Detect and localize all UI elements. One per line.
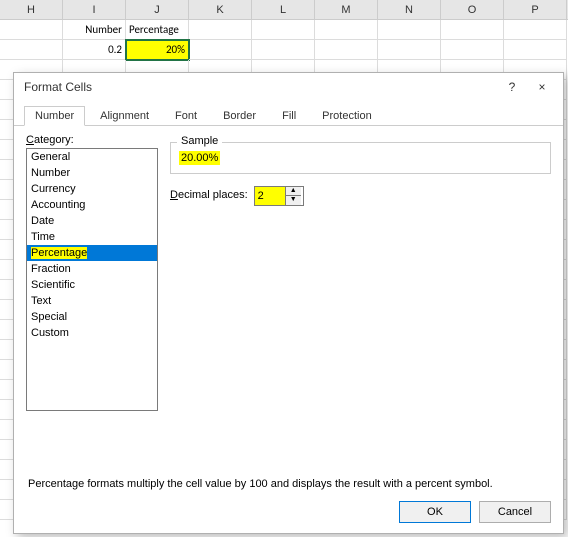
number-panel: Category: General Number Currency Accoun… — [14, 126, 563, 476]
category-item-time[interactable]: Time — [27, 229, 157, 245]
category-item-date[interactable]: Date — [27, 213, 157, 229]
tab-protection[interactable]: Protection — [311, 106, 383, 126]
category-item-custom[interactable]: Custom — [27, 325, 157, 341]
decimal-places-spinner[interactable]: ▲ ▼ — [254, 186, 304, 206]
cell[interactable]: 0.2 — [63, 40, 126, 60]
cell[interactable] — [0, 40, 63, 60]
col-header-p[interactable]: P — [504, 0, 567, 19]
cell[interactable]: Number — [63, 20, 126, 40]
category-item-special[interactable]: Special — [27, 309, 157, 325]
table-row: 0.2 20% — [0, 40, 568, 60]
settings-column: Sample 20.00% Decimal places: ▲ ▼ — [158, 134, 551, 476]
col-header-m[interactable]: M — [315, 0, 378, 19]
cell[interactable]: Percentage — [126, 20, 189, 40]
category-item-number[interactable]: Number — [27, 165, 157, 181]
cell[interactable] — [252, 40, 315, 60]
dialog-title: Format Cells — [24, 80, 497, 94]
tab-border[interactable]: Border — [212, 106, 267, 126]
tab-font[interactable]: Font — [164, 106, 208, 126]
cell[interactable] — [441, 20, 504, 40]
category-item-percentage[interactable]: Percentage — [27, 245, 157, 261]
tabs: Number Alignment Font Border Fill Protec… — [14, 101, 563, 126]
col-header-l[interactable]: L — [252, 0, 315, 19]
cell[interactable] — [378, 40, 441, 60]
sample-label: Sample — [177, 135, 222, 147]
spin-up-button[interactable]: ▲ — [286, 187, 301, 196]
decimal-places-row: Decimal places: ▲ ▼ — [170, 186, 551, 206]
cancel-button[interactable]: Cancel — [479, 501, 551, 523]
tab-fill[interactable]: Fill — [271, 106, 307, 126]
category-column: Category: General Number Currency Accoun… — [26, 134, 158, 476]
category-item-currency[interactable]: Currency — [27, 181, 157, 197]
format-cells-dialog: Format Cells ? × Number Alignment Font B… — [13, 72, 564, 534]
help-button[interactable]: ? — [497, 76, 527, 98]
spin-down-button[interactable]: ▼ — [286, 196, 301, 205]
category-item-fraction[interactable]: Fraction — [27, 261, 157, 277]
sample-value: 20.00% — [179, 151, 220, 165]
cell[interactable] — [189, 20, 252, 40]
col-header-i[interactable]: I — [63, 0, 126, 19]
cell[interactable] — [315, 20, 378, 40]
tab-alignment[interactable]: Alignment — [89, 106, 160, 126]
cell[interactable] — [189, 40, 252, 60]
sample-box: Sample 20.00% — [170, 142, 551, 174]
cell[interactable] — [315, 40, 378, 60]
category-item-text[interactable]: Text — [27, 293, 157, 309]
tab-number[interactable]: Number — [24, 106, 85, 126]
col-header-j[interactable]: J — [126, 0, 189, 19]
category-list[interactable]: General Number Currency Accounting Date … — [26, 148, 158, 411]
category-label: Category: — [26, 134, 158, 146]
titlebar: Format Cells ? × — [14, 73, 563, 101]
cell[interactable] — [252, 20, 315, 40]
ok-button[interactable]: OK — [399, 501, 471, 523]
col-header-n[interactable]: N — [378, 0, 441, 19]
category-item-accounting[interactable]: Accounting — [27, 197, 157, 213]
category-item-general[interactable]: General — [27, 149, 157, 165]
decimal-places-label: Decimal places: — [170, 189, 248, 201]
selected-cell[interactable]: 20% — [126, 40, 189, 60]
close-button[interactable]: × — [527, 76, 557, 98]
table-row: Number Percentage — [0, 20, 568, 40]
dialog-buttons: OK Cancel — [399, 501, 551, 523]
col-header-o[interactable]: O — [441, 0, 504, 19]
col-header-k[interactable]: K — [189, 0, 252, 19]
col-header-h[interactable]: H — [0, 0, 63, 19]
category-item-scientific[interactable]: Scientific — [27, 277, 157, 293]
cell[interactable] — [504, 40, 567, 60]
cell[interactable] — [441, 40, 504, 60]
format-description: Percentage formats multiply the cell val… — [14, 476, 563, 492]
column-headers: H I J K L M N O P — [0, 0, 568, 20]
cell[interactable] — [0, 20, 63, 40]
cell[interactable] — [504, 20, 567, 40]
cell[interactable] — [378, 20, 441, 40]
decimal-places-input[interactable] — [255, 187, 285, 205]
